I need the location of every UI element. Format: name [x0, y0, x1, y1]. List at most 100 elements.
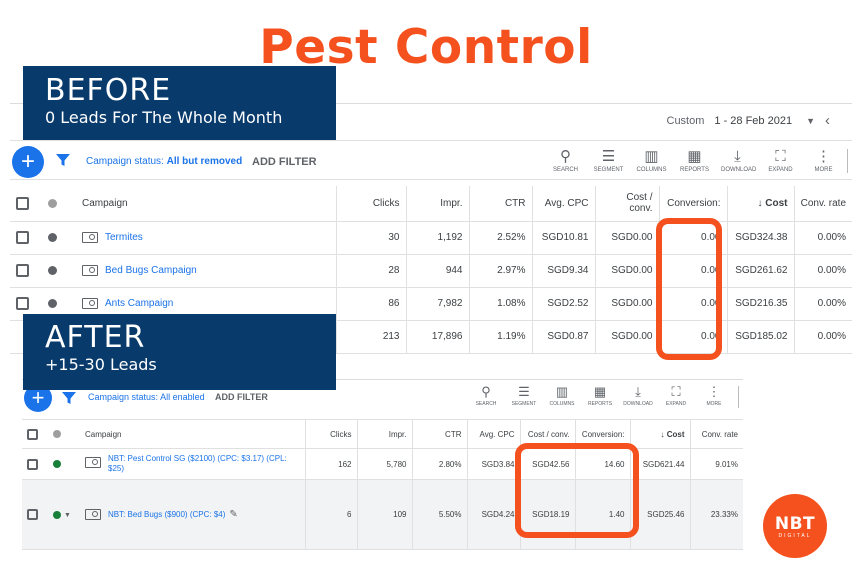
row-checkbox[interactable] [16, 297, 29, 310]
select-all-cell[interactable] [22, 419, 48, 449]
table-row[interactable]: Bed Bugs Campaign 28 944 2.97% SGD9.34 S… [10, 254, 852, 288]
cost-cell: SGD185.02 [726, 320, 794, 354]
campaign-cell[interactable]: Termites [76, 221, 336, 255]
campaign-cell[interactable]: NBT: Bed Bugs ($900) (CPC: $4) ✎ [80, 479, 305, 550]
column-header-campaign[interactable]: Campaign [76, 186, 336, 222]
campaign-link[interactable]: Termites [105, 232, 143, 243]
column-header-clicks[interactable]: Clicks [304, 419, 357, 449]
column-header-conv-rate[interactable]: Conv. rate [689, 419, 743, 449]
enabled-status-icon[interactable] [53, 510, 61, 519]
after-label: AFTER +15-30 Leads [23, 314, 336, 390]
column-header-impr[interactable]: Impr. [356, 419, 412, 449]
search-icon: ⚲ [481, 384, 491, 399]
search-tool[interactable]: ⚲ SEARCH [549, 147, 582, 173]
row-checkbox[interactable] [16, 264, 29, 277]
status-dropdown-icon[interactable]: ▼ [64, 512, 71, 519]
column-header-conversions[interactable]: Conversion: [658, 186, 727, 222]
paused-status-icon[interactable] [48, 265, 57, 275]
campaign-type-icon [82, 264, 98, 276]
column-header-conv-rate[interactable]: Conv. rate [793, 186, 852, 222]
add-filter-button[interactable]: ADD FILTER [252, 156, 317, 168]
row-checkbox[interactable] [27, 458, 38, 470]
row-checkbox-cell[interactable] [22, 448, 48, 480]
column-header-cost-conv[interactable]: Cost / conv. [594, 186, 659, 222]
more-tool[interactable]: ⋮ MORE [699, 383, 729, 407]
chevron-left-icon[interactable]: ‹ [825, 112, 830, 129]
impr-cell: 17,896 [405, 320, 469, 354]
paused-status-icon[interactable] [48, 298, 57, 308]
reports-tool[interactable]: ▦ REPORTS [585, 383, 615, 407]
row-status-cell[interactable]: ▼ [48, 479, 80, 550]
add-filter-button[interactable]: ADD FILTER [215, 392, 268, 402]
row-checkbox-cell[interactable] [22, 479, 48, 550]
impr-cell: 109 [356, 479, 412, 550]
download-tool[interactable]: ⤓ DOWNLOAD [721, 147, 756, 173]
row-checkbox-cell[interactable] [10, 221, 42, 255]
table-row[interactable]: Termites 30 1,192 2.52% SGD10.81 SGD0.00… [10, 221, 852, 255]
filter-icon[interactable] [56, 153, 70, 167]
expand-tool[interactable]: ⛶ EXPAND [661, 383, 691, 407]
column-header-cost[interactable]: ↓ Cost [726, 186, 794, 222]
columns-icon: ▥ [555, 384, 569, 399]
ctr-cell: 2.97% [468, 254, 532, 288]
columns-tool[interactable]: ▥ COLUMNS [635, 147, 668, 173]
more-tool[interactable]: ⋮ MORE [807, 147, 840, 173]
after-title: AFTER [45, 320, 146, 355]
column-header-impr[interactable]: Impr. [405, 186, 469, 222]
date-range-selector[interactable]: Custom 1 - 28 Feb 2021 ▼ ‹ [667, 112, 831, 129]
more-icon: ⋮ [707, 384, 721, 399]
campaign-status-filter[interactable]: Campaign status: All but removed [86, 156, 242, 167]
column-header-ctr[interactable]: CTR [411, 419, 467, 449]
campaign-link[interactable]: NBT: Pest Control SG ($2100) (CPC: $3.17… [108, 454, 287, 473]
status-prefix: Campaign status: [88, 392, 159, 402]
row-checkbox-cell[interactable] [10, 254, 42, 288]
expand-tool[interactable]: ⛶ EXPAND [764, 147, 797, 173]
column-header-cost[interactable]: ↓ Cost [629, 419, 690, 449]
logo-text: NBT [774, 514, 816, 534]
impr-cell: 1,192 [405, 221, 469, 255]
tool-label: SEARCH [552, 167, 578, 173]
row-checkbox[interactable] [16, 231, 29, 244]
column-header-campaign[interactable]: Campaign [80, 419, 305, 449]
campaign-cell[interactable]: Bed Bugs Campaign [76, 254, 336, 288]
columns-tool[interactable]: ▥ COLUMNS [547, 383, 577, 407]
reports-tool[interactable]: ▦ REPORTS [678, 147, 711, 173]
ctr-cell: 1.08% [468, 287, 532, 321]
column-header-ctr[interactable]: CTR [468, 186, 532, 222]
search-tool[interactable]: ⚲ SEARCH [471, 383, 501, 407]
column-header-avg-cpc[interactable]: Avg. CPC [466, 419, 520, 449]
filter-icon[interactable] [62, 391, 76, 405]
campaign-link[interactable]: NBT: Bed Bugs ($900) (CPC: $4) [108, 510, 225, 519]
enabled-status-icon[interactable] [53, 460, 61, 469]
cost-conv-cell: SGD0.00 [594, 254, 659, 288]
cost-cell: SGD216.35 [726, 287, 794, 321]
campaign-type-icon [82, 297, 98, 309]
select-all-cell[interactable] [10, 186, 42, 222]
campaign-cell[interactable]: NBT: Pest Control SG ($2100) (CPC: $3.17… [80, 448, 305, 480]
select-all-checkbox[interactable] [16, 196, 29, 210]
row-status-cell[interactable] [48, 448, 80, 480]
columns-icon: ▥ [644, 148, 659, 165]
row-status-cell[interactable] [42, 254, 76, 288]
paused-status-icon[interactable] [48, 232, 57, 242]
campaign-status-filter[interactable]: Campaign status: All enabled [88, 392, 205, 402]
campaign-link[interactable]: Bed Bugs Campaign [105, 265, 197, 276]
column-header-avg-cpc[interactable]: Avg. CPC [531, 186, 595, 222]
segment-tool[interactable]: ☰ SEGMENT [592, 147, 625, 173]
segment-tool[interactable]: ☰ SEGMENT [509, 383, 539, 407]
add-campaign-button[interactable]: + [12, 146, 44, 178]
tool-label: REPORTS [680, 167, 709, 173]
edit-pencil-icon[interactable]: ✎ [229, 509, 237, 520]
clicks-cell: 86 [335, 287, 406, 321]
nbt-digital-logo: NBT DIGITAL [763, 494, 827, 558]
avg-cpc-cell: SGD10.81 [531, 221, 595, 255]
tool-label: EXPAND [768, 167, 793, 173]
dropdown-caret-icon[interactable]: ▼ [806, 116, 815, 126]
select-all-checkbox[interactable] [27, 428, 38, 440]
download-tool[interactable]: ⤓ DOWNLOAD [623, 383, 653, 407]
row-status-cell[interactable] [42, 221, 76, 255]
column-header-clicks[interactable]: Clicks [335, 186, 406, 222]
sort-down-icon: ↓ [660, 429, 665, 439]
row-checkbox[interactable] [27, 509, 38, 520]
campaign-link[interactable]: Ants Campaign [105, 298, 173, 309]
